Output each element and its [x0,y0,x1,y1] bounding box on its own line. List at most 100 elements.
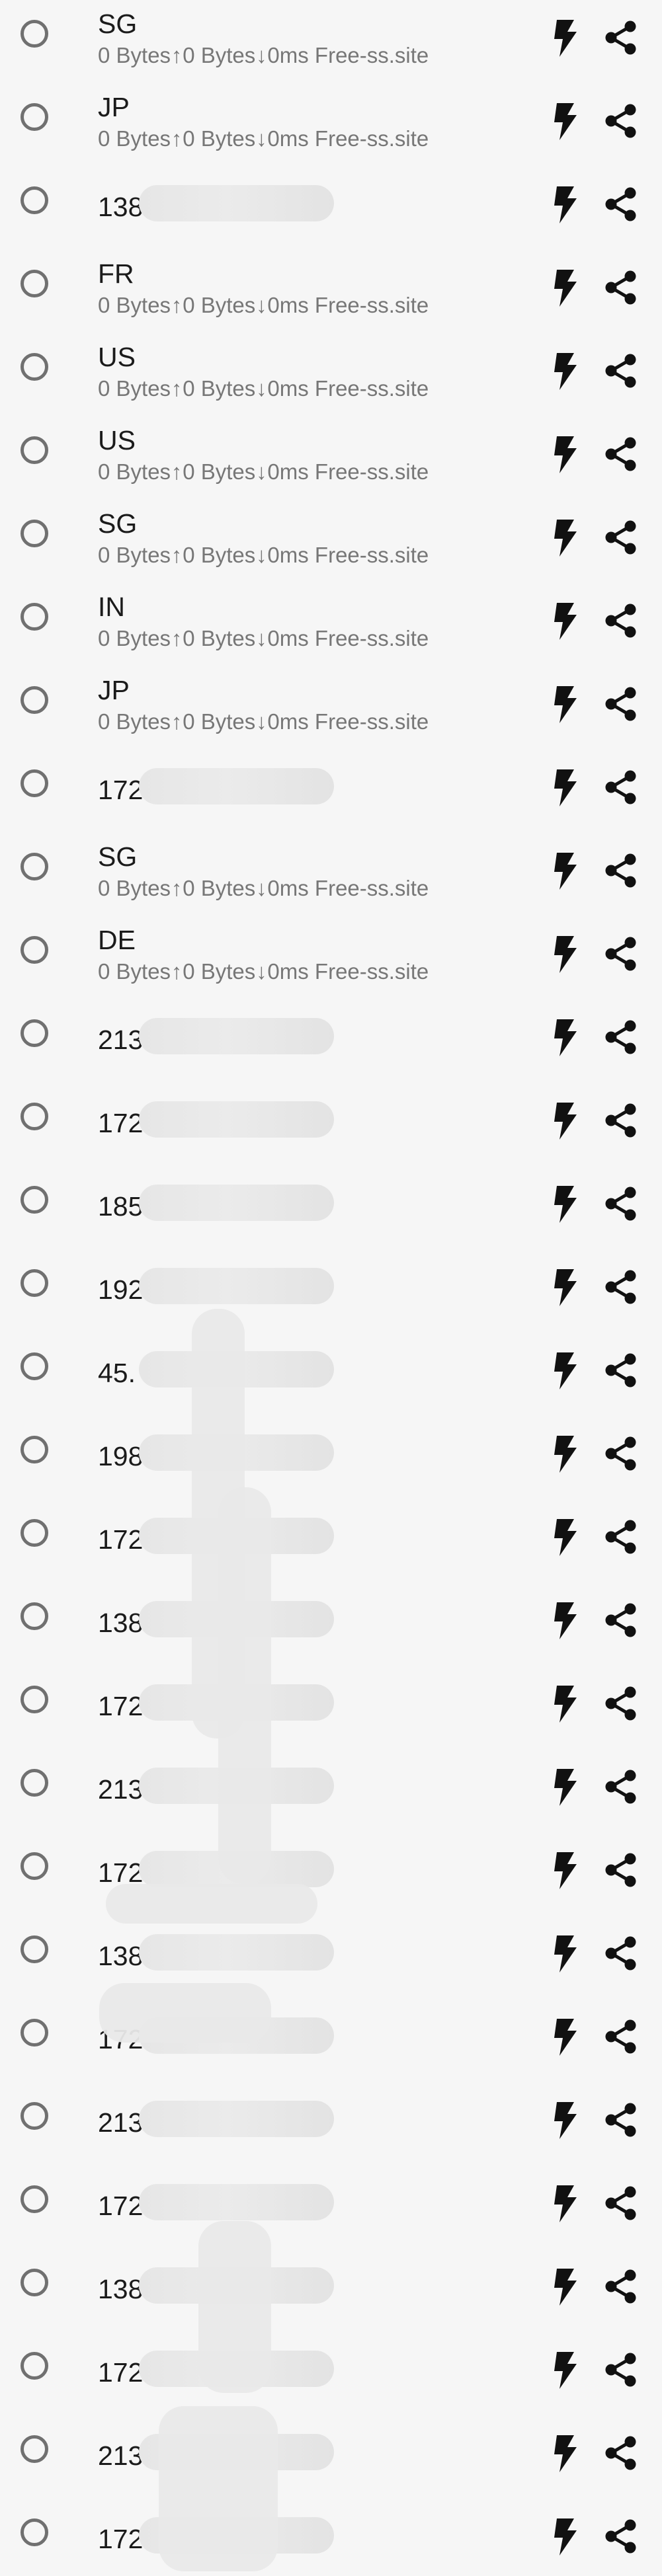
lightning-bolt-icon[interactable] [553,20,579,57]
lightning-bolt-icon[interactable] [553,1269,579,1306]
share-icon[interactable] [604,1103,638,1138]
share-icon[interactable] [604,1520,638,1554]
radio-unselected-icon[interactable] [21,2019,48,2047]
server-row[interactable]: 172 [0,1083,662,1166]
server-row[interactable]: 138 [0,167,662,250]
radio-unselected-icon[interactable] [21,1352,48,1380]
radio-unselected-icon[interactable] [21,1686,48,1713]
radio-unselected-icon[interactable] [21,853,48,880]
share-icon[interactable] [604,1686,638,1721]
lightning-bolt-icon[interactable] [553,2019,579,2056]
lightning-bolt-icon[interactable] [553,1103,579,1140]
share-icon[interactable] [604,937,638,971]
radio-unselected-icon[interactable] [21,1103,48,1130]
share-icon[interactable] [604,2353,638,2387]
lightning-bolt-icon[interactable] [553,436,579,473]
lightning-bolt-icon[interactable] [553,2102,579,2139]
radio-unselected-icon[interactable] [21,2352,48,2380]
server-row[interactable]: JP 0 Bytes↑0 Bytes↓0ms Free-ss.site [0,83,662,167]
share-icon[interactable] [604,104,638,138]
lightning-bolt-icon[interactable] [553,1519,579,1556]
share-icon[interactable] [604,437,638,471]
server-row[interactable]: 213.1 [0,1749,662,1832]
server-row[interactable]: 138.6 [0,1916,662,1999]
radio-unselected-icon[interactable] [21,1519,48,1547]
server-row[interactable]: 45. [0,1333,662,1416]
share-icon[interactable] [604,1936,638,1971]
lightning-bolt-icon[interactable] [553,853,579,890]
radio-unselected-icon[interactable] [21,1935,48,1963]
lightning-bolt-icon[interactable] [553,2518,579,2556]
share-icon[interactable] [604,2186,638,2220]
radio-unselected-icon[interactable] [21,103,48,131]
radio-unselected-icon[interactable] [21,2185,48,2213]
server-row[interactable]: 172.1 [0,1832,662,1916]
lightning-bolt-icon[interactable] [553,270,579,307]
server-row[interactable]: 172.10 [0,1666,662,1749]
lightning-bolt-icon[interactable] [553,1352,579,1389]
lightning-bolt-icon[interactable] [553,1019,579,1056]
radio-unselected-icon[interactable] [21,1019,48,1047]
share-icon[interactable] [604,2269,638,2304]
lightning-bolt-icon[interactable] [553,103,579,140]
lightning-bolt-icon[interactable] [553,603,579,640]
share-icon[interactable] [604,853,638,888]
share-icon[interactable] [604,770,638,804]
server-row[interactable]: 138.68 [0,1582,662,1666]
radio-unselected-icon[interactable] [21,1852,48,1880]
radio-unselected-icon[interactable] [21,603,48,631]
lightning-bolt-icon[interactable] [553,1935,579,1972]
radio-unselected-icon[interactable] [21,20,48,48]
radio-unselected-icon[interactable] [21,1769,48,1797]
share-icon[interactable] [604,687,638,721]
share-icon[interactable] [604,604,638,638]
lightning-bolt-icon[interactable] [553,1769,579,1806]
share-icon[interactable] [604,2436,638,2470]
server-row[interactable]: 172. [0,750,662,833]
radio-unselected-icon[interactable] [21,1186,48,1214]
share-icon[interactable] [604,1603,638,1637]
lightning-bolt-icon[interactable] [553,1852,579,1889]
share-icon[interactable] [604,1770,638,1804]
share-icon[interactable] [604,354,638,388]
radio-unselected-icon[interactable] [21,2102,48,2130]
server-row[interactable]: 172. [0,2499,662,2576]
share-icon[interactable] [604,2519,638,2554]
radio-unselected-icon[interactable] [21,2518,48,2546]
lightning-bolt-icon[interactable] [553,769,579,806]
lightning-bolt-icon[interactable] [553,1686,579,1723]
share-icon[interactable] [604,187,638,221]
radio-unselected-icon[interactable] [21,1602,48,1630]
server-row[interactable]: 213 [0,2082,662,2166]
lightning-bolt-icon[interactable] [553,2185,579,2222]
server-row[interactable]: 172 [0,2332,662,2415]
radio-unselected-icon[interactable] [21,2269,48,2296]
radio-unselected-icon[interactable] [21,186,48,214]
share-icon[interactable] [604,1187,638,1221]
lightning-bolt-icon[interactable] [553,2352,579,2389]
server-row[interactable]: 172.1 [0,2166,662,2249]
share-icon[interactable] [604,1853,638,1887]
server-row[interactable]: 192 [0,1249,662,1333]
radio-unselected-icon[interactable] [21,686,48,714]
lightning-bolt-icon[interactable] [553,686,579,723]
server-row[interactable]: FR 0 Bytes↑0 Bytes↓0ms Free-ss.site [0,250,662,333]
radio-unselected-icon[interactable] [21,353,48,381]
lightning-bolt-icon[interactable] [553,936,579,973]
lightning-bolt-icon[interactable] [553,520,579,557]
share-icon[interactable] [604,20,638,55]
server-row[interactable]: IN 0 Bytes↑0 Bytes↓0ms Free-ss.site [0,583,662,666]
share-icon[interactable] [604,1353,638,1387]
server-row[interactable]: 185. [0,1166,662,1249]
radio-unselected-icon[interactable] [21,769,48,797]
lightning-bolt-icon[interactable] [553,2269,579,2306]
server-row[interactable]: US 0 Bytes↑0 Bytes↓0ms Free-ss.site [0,333,662,416]
radio-unselected-icon[interactable] [21,520,48,547]
server-row[interactable]: SG 0 Bytes↑0 Bytes↓0ms Free-ss.site [0,0,662,83]
share-icon[interactable] [604,1270,638,1304]
radio-unselected-icon[interactable] [21,936,48,964]
share-icon[interactable] [604,2019,638,2054]
server-row[interactable]: 213.1 [0,999,662,1083]
lightning-bolt-icon[interactable] [553,1436,579,1473]
radio-unselected-icon[interactable] [21,436,48,464]
